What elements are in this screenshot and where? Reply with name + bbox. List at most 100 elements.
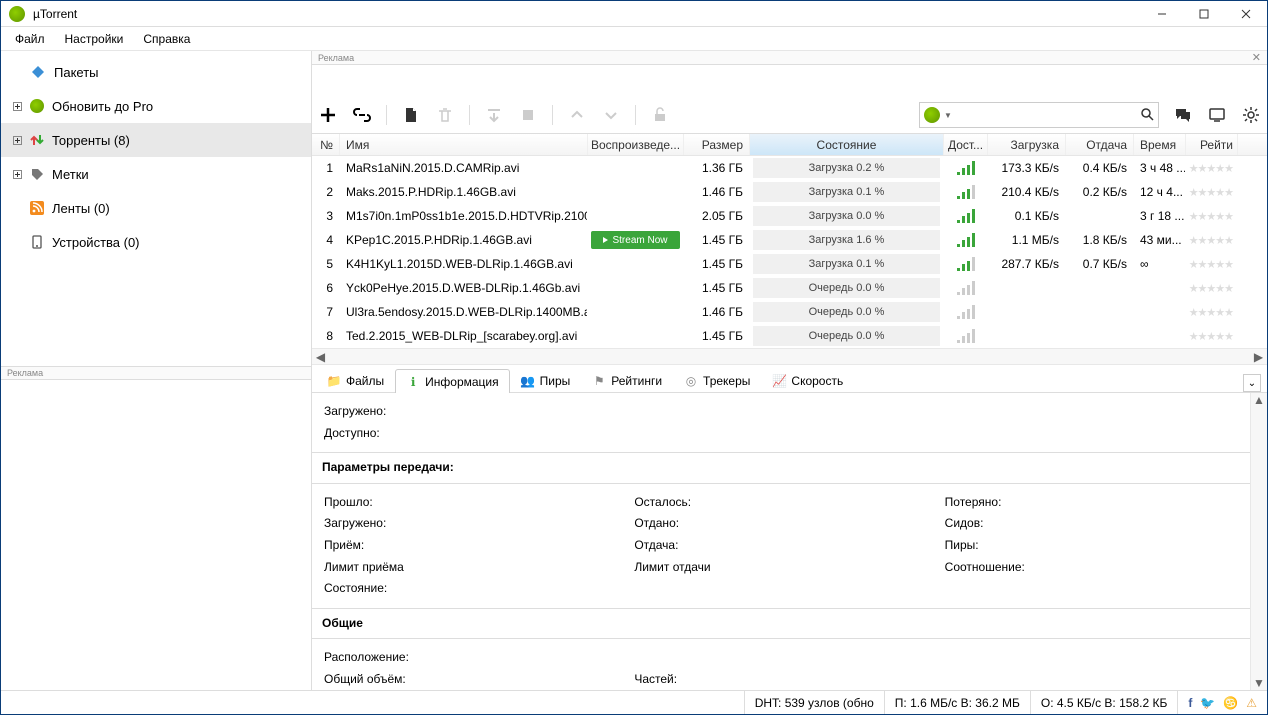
sidebar-label: Ленты (0): [52, 201, 110, 216]
cell-name: KPep1C.2015.P.HDRip.1.46GB.avi: [340, 228, 588, 252]
minimize-button[interactable]: [1141, 1, 1183, 27]
cell-size: 1.45 ГБ: [684, 252, 750, 276]
tab-trackers[interactable]: ◎Трекеры: [673, 368, 761, 392]
sidebar-item-devices[interactable]: Устройства (0): [1, 225, 311, 259]
label-elapsed: Прошло:: [324, 492, 634, 514]
facebook-icon[interactable]: f: [1188, 696, 1192, 710]
cell-time: ∞: [1134, 252, 1186, 276]
table-row[interactable]: 2Maks.2015.P.HDRip.1.46GB.avi1.46 ГБЗагр…: [312, 180, 1267, 204]
cell-time: 43 ми...: [1134, 228, 1186, 252]
sidebar-item-torrents[interactable]: Торренты (8): [1, 123, 311, 157]
search-engine-icon[interactable]: [924, 107, 940, 123]
android-icon[interactable]: ♋: [1223, 696, 1238, 710]
collapse-button[interactable]: ⌄: [1243, 374, 1261, 392]
search-icon[interactable]: [1140, 107, 1154, 124]
cell-name: M1s7i0n.1mP0ss1b1e.2015.D.HDTVRip.2100..…: [340, 204, 588, 228]
col-time[interactable]: Время: [1134, 134, 1186, 155]
add-url-button[interactable]: [352, 105, 372, 125]
tab-info[interactable]: ℹИнформация: [395, 369, 509, 393]
col-name[interactable]: Имя: [340, 134, 588, 155]
status-download[interactable]: П: 1.6 МБ/с В: 36.2 МБ: [884, 691, 1030, 714]
cell-num: 6: [312, 276, 340, 300]
cell-play: [588, 324, 684, 348]
horizontal-scrollbar[interactable]: ◀ ▶: [312, 348, 1267, 365]
maximize-button[interactable]: [1183, 1, 1225, 27]
col-download[interactable]: Загрузка: [988, 134, 1066, 155]
scroll-left-icon[interactable]: ◀: [312, 349, 329, 364]
cell-status: Очередь 0.0 %: [750, 300, 944, 324]
table-row[interactable]: 1MaRs1aNiN.2015.D.CAMRip.avi1.36 ГБЗагру…: [312, 156, 1267, 180]
sidebar-item-packages[interactable]: Пакеты: [1, 55, 311, 89]
close-ad-icon[interactable]: ✕: [1252, 51, 1261, 64]
vertical-scrollbar[interactable]: ▲▼: [1250, 393, 1267, 690]
close-button[interactable]: [1225, 1, 1267, 27]
remote-button[interactable]: [1207, 105, 1227, 125]
table-row[interactable]: 3M1s7i0n.1mP0ss1b1e.2015.D.HDTVRip.2100.…: [312, 204, 1267, 228]
sidebar-label: Обновить до Pro: [52, 99, 153, 114]
transfer-icon: [30, 133, 44, 147]
sidebar-ad-bar: Реклама: [1, 366, 311, 380]
general-header: Общие: [312, 608, 1267, 640]
stop-button[interactable]: [518, 105, 538, 125]
cell-play: [588, 276, 684, 300]
label-location: Расположение:: [324, 647, 1255, 669]
warning-icon[interactable]: ⚠: [1246, 696, 1257, 710]
cell-play[interactable]: Stream Now: [588, 228, 684, 252]
search-box[interactable]: ▼: [919, 102, 1159, 128]
scroll-up-icon[interactable]: ▲: [1253, 393, 1265, 407]
col-size[interactable]: Размер: [684, 134, 750, 155]
tab-files[interactable]: 📁Файлы: [316, 368, 395, 392]
table-row[interactable]: 4KPep1C.2015.P.HDRip.1.46GB.aviStream No…: [312, 228, 1267, 252]
label-peers: Пиры:: [945, 535, 1255, 557]
expand-icon[interactable]: [13, 136, 22, 145]
scroll-right-icon[interactable]: ▶: [1250, 349, 1267, 364]
expand-icon[interactable]: [13, 170, 22, 179]
label-downloaded: Загружено:: [324, 401, 1255, 423]
cell-num: 1: [312, 156, 340, 180]
expand-icon[interactable]: [13, 102, 22, 111]
twitter-icon[interactable]: 🐦: [1200, 696, 1215, 710]
col-status[interactable]: Состояние: [750, 134, 944, 155]
cell-time: [1134, 324, 1186, 348]
sidebar-item-labels[interactable]: Метки: [1, 157, 311, 191]
col-rating[interactable]: Рейти: [1186, 134, 1238, 155]
scroll-down-icon[interactable]: ▼: [1253, 676, 1265, 690]
add-torrent-button[interactable]: [318, 105, 338, 125]
sidebar-item-feeds[interactable]: Ленты (0): [1, 191, 311, 225]
cell-download: 1.1 МБ/s: [988, 228, 1066, 252]
sidebar-item-upgrade[interactable]: Обновить до Pro: [1, 89, 311, 123]
device-icon: [30, 235, 44, 249]
tab-speed[interactable]: 📈Скорость: [761, 368, 854, 392]
table-row[interactable]: 8Ted.2.2015_WEB-DLRip_[scarabey.org].avi…: [312, 324, 1267, 348]
cell-num: 3: [312, 204, 340, 228]
col-avail[interactable]: Дост...: [944, 134, 988, 155]
col-upload[interactable]: Отдача: [1066, 134, 1134, 155]
remove-button[interactable]: [435, 105, 455, 125]
unlock-button[interactable]: [650, 105, 670, 125]
status-dht[interactable]: DHT: 539 узлов (обно: [744, 691, 884, 714]
search-input[interactable]: [956, 108, 1136, 122]
menu-help[interactable]: Справка: [135, 30, 198, 48]
table-row[interactable]: 7Ul3ra.5endosy.2015.D.WEB-DLRip.1400MB.a…: [312, 300, 1267, 324]
table-row[interactable]: 6Yck0PeHye.2015.D.WEB-DLRip.1.46Gb.avi1.…: [312, 276, 1267, 300]
menu-file[interactable]: Файл: [7, 30, 53, 48]
status-upload[interactable]: О: 4.5 КБ/с В: 158.2 КБ: [1030, 691, 1177, 714]
start-button[interactable]: [484, 105, 504, 125]
move-down-button[interactable]: [601, 105, 621, 125]
tab-ratings[interactable]: ⚑Рейтинги: [581, 368, 673, 392]
chevron-down-icon[interactable]: ▼: [944, 111, 952, 120]
cell-time: 3 г 18 ...: [1134, 204, 1186, 228]
col-play[interactable]: Воспроизведе...: [588, 134, 684, 155]
create-torrent-button[interactable]: [401, 105, 421, 125]
cell-download: 173.3 КБ/s: [988, 156, 1066, 180]
chat-button[interactable]: [1173, 105, 1193, 125]
label-remaining: Осталось:: [634, 492, 944, 514]
menu-settings[interactable]: Настройки: [57, 30, 132, 48]
tab-peers[interactable]: 👥Пиры: [510, 368, 582, 392]
table-row[interactable]: 5K4H1KyL1.2015D.WEB-DLRip.1.46GB.avi1.45…: [312, 252, 1267, 276]
move-up-button[interactable]: [567, 105, 587, 125]
sidebar-label: Торренты (8): [52, 133, 130, 148]
settings-button[interactable]: [1241, 105, 1261, 125]
col-number[interactable]: №: [312, 134, 340, 155]
label-ratio: Соотношение:: [945, 557, 1255, 579]
